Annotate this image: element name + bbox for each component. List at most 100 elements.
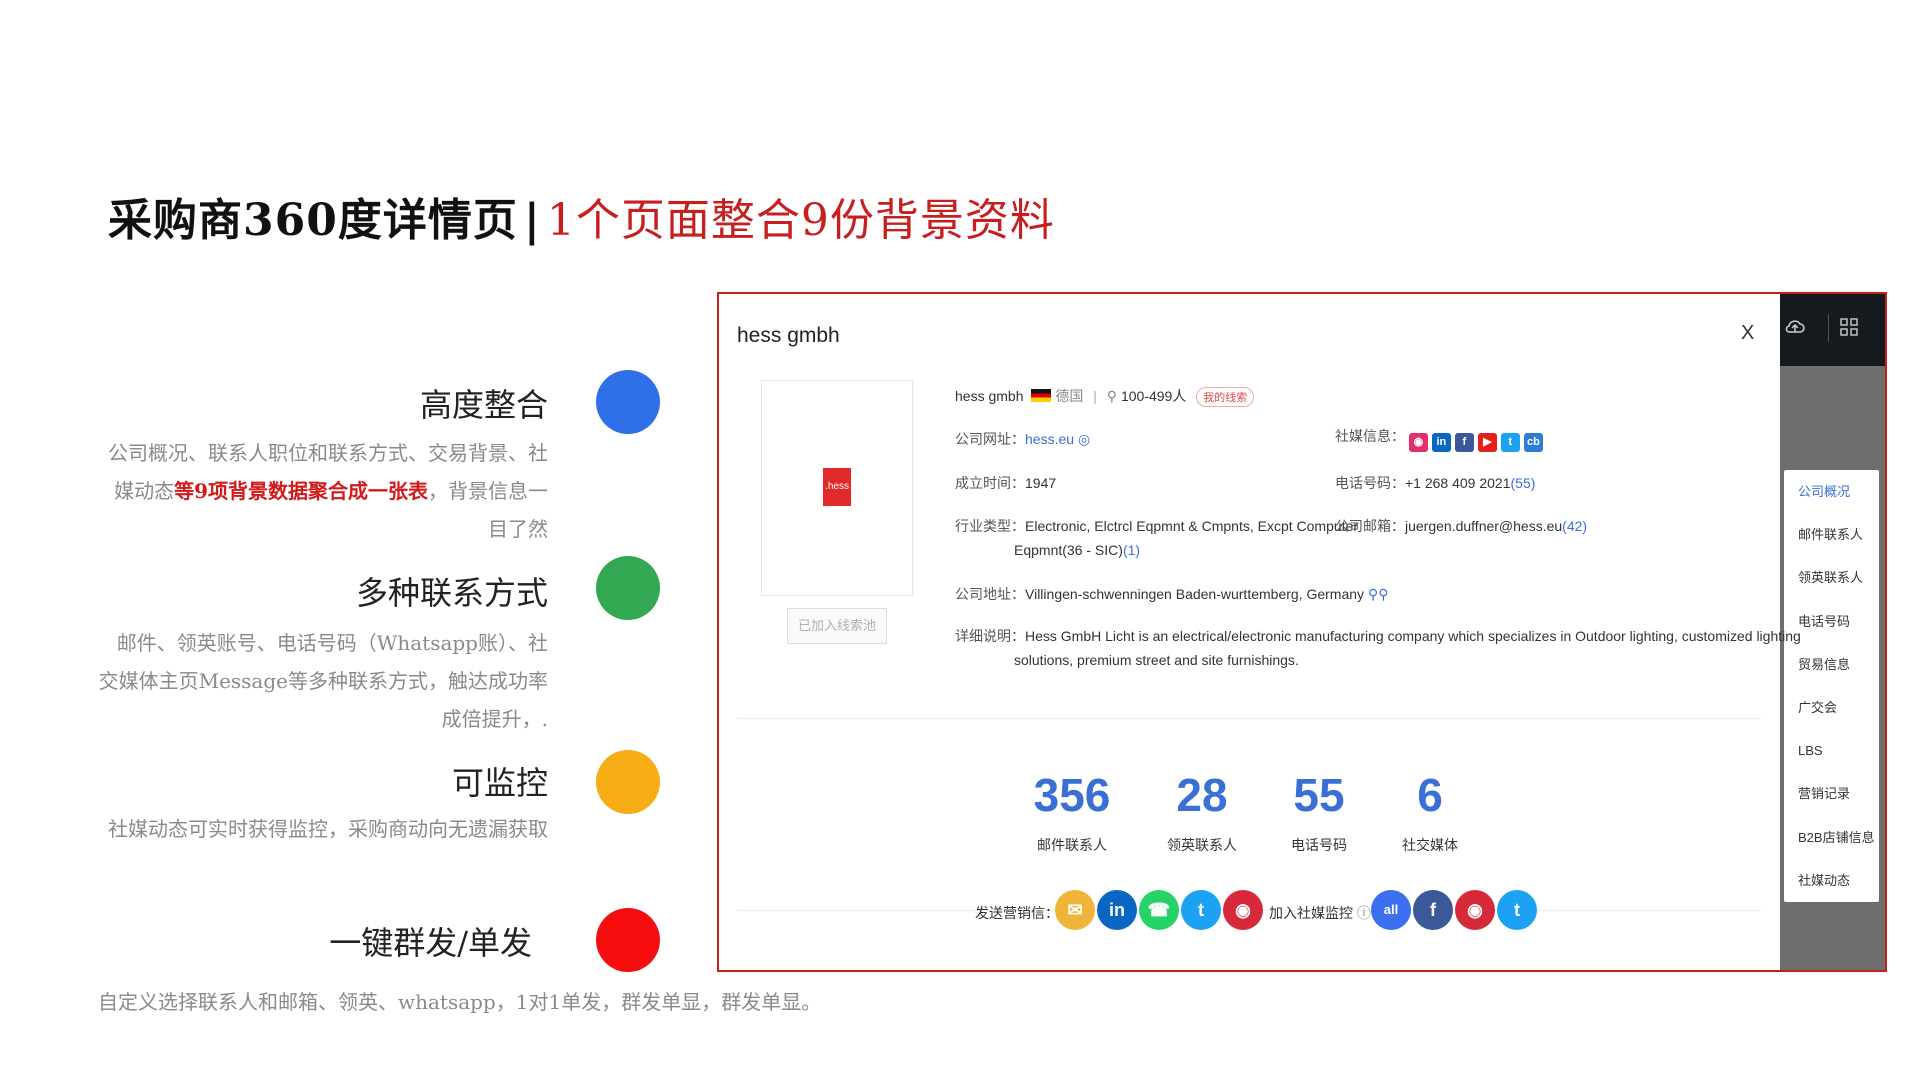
cloud-icon[interactable] [1784,318,1806,341]
info-icon[interactable]: ⓘ [1357,905,1371,921]
industry-row: 行业类型：Electronic, Elctrcl Eqpmnt & Cmpnts… [955,516,1358,536]
nav-item-b2b-store[interactable]: B2B店铺信息 [1784,816,1879,859]
linkedin-send-icon[interactable]: in [1097,890,1137,930]
facebook-icon[interactable]: f [1454,433,1474,452]
detail-value-line1: Hess GmbH Licht is an electrical/electro… [1025,628,1801,644]
stat-social-label: 社交媒体 [1402,837,1458,853]
company-size: 100-499人 [1120,388,1187,404]
youtube-icon[interactable]: ▶ [1477,433,1497,452]
nav-item-lbs[interactable]: LBS [1784,729,1879,772]
top-toolbar [1780,294,1885,366]
send-marketing-label: 发送营销信： [975,905,1059,921]
instagram-monitor-icon[interactable]: ◉ [1455,890,1495,930]
social-row: 社媒信息： ◉ in f ▶ t cb [1335,426,1547,452]
instagram-icon[interactable]: ◉ [1408,433,1428,452]
stat-email-contacts-label: 邮件联系人 [1037,837,1107,853]
map-pin-icon[interactable]: ⚲ [1368,586,1378,602]
slide-subtitle: 1个页面整合9份背景资料 [546,195,1055,246]
website-row: 公司网址：hess.eu ◎ [955,429,1090,449]
detail-row-2: solutions, premium street and site furni… [1014,652,1299,668]
close-button[interactable]: X [1741,322,1754,345]
added-to-pool-button[interactable]: 已加入线索池 [787,608,887,644]
email-count[interactable]: (42) [1562,518,1587,534]
section-divider [737,718,1761,719]
detail-row: 详细说明：Hess GmbH Licht is an electrical/el… [955,626,1801,646]
target-icon: ◎ [1078,431,1091,447]
apps-grid-icon[interactable] [1840,318,1858,341]
twitter-send-icon[interactable]: t [1181,890,1221,930]
feature-desc-integration-post: ，背景信息一目了然 [428,479,548,541]
slide-title-separator: | [523,195,541,246]
linkedin-icon[interactable]: in [1431,433,1451,452]
company-country: 德国 [1055,388,1084,404]
feature-desc-integration: 公司概况、联系人职位和联系方式、交易背景、社媒动态等9项背景数据聚合成一张表，背… [98,434,548,548]
nav-item-overview[interactable]: 公司概况 [1784,470,1879,513]
add-monitor-label: 加入社媒监控 ⓘ [1269,903,1371,923]
slide-title-main: 采购商360度详情页 [108,195,518,246]
founded-label: 成立时间： [955,475,1025,491]
phone-label: 电话号码： [1335,475,1405,491]
email-label: 公司邮箱： [1335,518,1405,534]
company-name: hess gmbh [955,388,1024,404]
social-label: 社媒信息： [1335,428,1405,444]
stat-linkedin-contacts-label: 领英联系人 [1167,837,1237,853]
stat-linkedin-contacts-value[interactable]: 28 [1142,768,1262,822]
panel-title: hess gmbh [737,324,840,347]
twitter-monitor-icon[interactable]: t [1497,890,1537,930]
nav-item-trade[interactable]: 贸易信息 [1784,643,1879,686]
feature-title-monitor: 可监控 [451,764,548,802]
feature-desc-integration-highlight: 等9项背景数据聚合成一张表 [174,479,428,503]
nav-item-canton-fair[interactable]: 广交会 [1784,686,1879,729]
feature-dot-blue [596,370,660,434]
nav-item-email-contacts[interactable]: 邮件联系人 [1784,513,1879,556]
monitor-all-button[interactable]: all [1371,890,1411,930]
facebook-monitor-icon[interactable]: f [1413,890,1453,930]
feature-dot-yellow [596,750,660,814]
industry-row-2: Eqpmnt(36 - SIC)(1) [1014,542,1140,558]
feature-dot-red [596,908,660,972]
address-row: 公司地址：Villingen-schwenningen Baden-wurtte… [955,584,1388,604]
company-logo-box: .hess [761,380,913,596]
people-icon: ⚲ [1106,388,1118,404]
buyer-detail-panel: hess gmbh X 公司概况 邮件联系人 领英联系人 电话号码 贸易信息 广… [717,292,1887,972]
feature-desc-monitor: 社媒动态可实时获得监控，采购商动向无遗漏获取 [108,817,548,841]
whatsapp-send-icon[interactable]: ☎ [1139,890,1179,930]
bottom-note: 自定义选择联系人和邮箱、领英、whatsapp，1对1单发，群发单显，群发单显。 [98,990,822,1014]
stat-phone-label: 电话号码 [1291,837,1347,853]
phone-count[interactable]: (55) [1511,475,1536,491]
company-logo: .hess [823,468,851,506]
slide-title: 采购商360度详情页 | 1个页面整合9份背景资料 [108,184,1055,248]
stat-email-contacts-value[interactable]: 356 [1012,768,1132,822]
email-send-icon[interactable]: ✉ [1055,890,1095,930]
founded-row: 成立时间：1947 [955,473,1056,493]
toolbar-divider [1828,314,1829,342]
email-value: juergen.duffner@hess.eu [1405,518,1563,534]
industry-label: 行业类型： [955,518,1025,534]
phone-value: +1 268 409 2021 [1405,475,1511,491]
map-pin-icon-2[interactable]: ⚲ [1378,586,1388,602]
website-link[interactable]: hess.eu [1025,431,1074,447]
crunchbase-icon[interactable]: cb [1523,433,1543,452]
industry-value-line1: Electronic, Elctrcl Eqpmnt & Cmpnts, Exc… [1025,518,1358,534]
instagram-send-icon[interactable]: ◉ [1223,890,1263,930]
email-row: 公司邮箱：juergen.duffner@hess.eu(42) [1335,516,1587,536]
stat-social-value[interactable]: 6 [1370,768,1490,822]
feature-title-send: 一键群发/单发 [329,924,532,962]
stat-phone-value[interactable]: 55 [1259,768,1379,822]
nav-item-linkedin-contacts[interactable]: 领英联系人 [1784,556,1879,599]
feature-dot-green [596,556,660,620]
address-value: Villingen-schwenningen Baden-wurttemberg… [1025,586,1365,602]
twitter-icon[interactable]: t [1500,433,1520,452]
feature-title-integration: 高度整合 [419,386,548,424]
industry-value-line2: Eqpmnt(36 - SIC) [1014,542,1123,558]
industry-count[interactable]: (1) [1123,542,1140,558]
nav-item-marketing-log[interactable]: 营销记录 [1784,772,1879,815]
section-nav: 公司概况 邮件联系人 领英联系人 电话号码 贸易信息 广交会 LBS 营销记录 … [1784,470,1879,902]
detail-label: 详细说明： [955,628,1025,644]
nav-item-social-feed[interactable]: 社媒动态 [1784,859,1879,902]
add-monitor-text: 加入社媒监控 [1269,905,1353,921]
germany-flag-icon [1031,389,1052,402]
address-label: 公司地址： [955,586,1025,602]
website-label: 公司网址： [955,431,1025,447]
my-lead-tag[interactable]: 我的线索 [1196,387,1255,407]
